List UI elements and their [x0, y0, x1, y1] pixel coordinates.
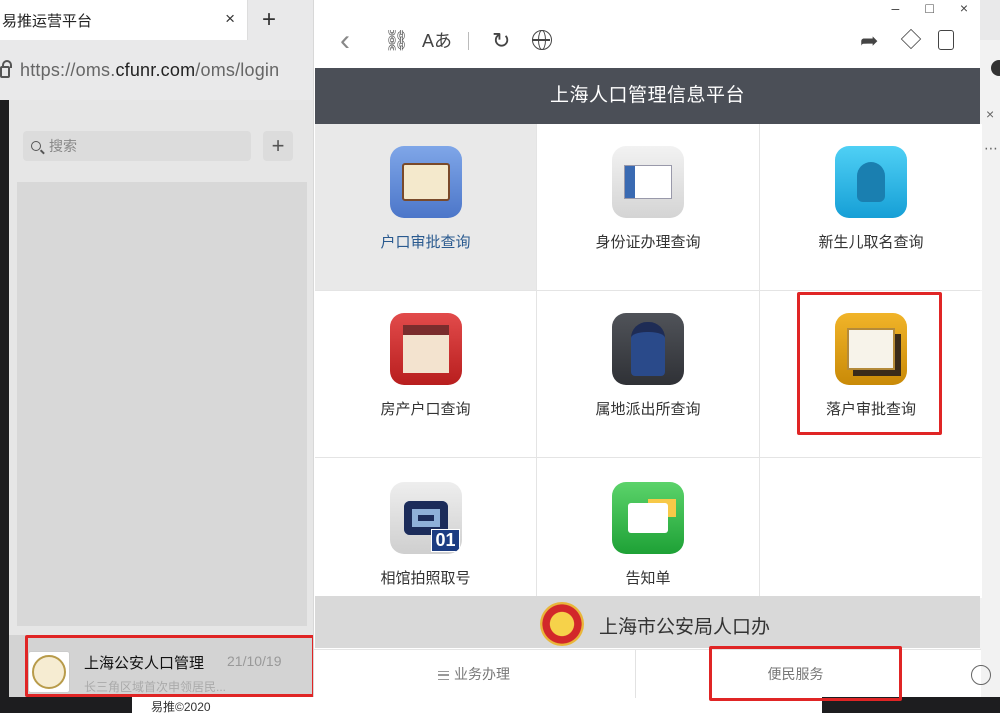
window-controls: – □ × — [892, 0, 968, 16]
baby-person-icon — [835, 146, 907, 218]
link-icon[interactable]: ⛓ — [384, 26, 409, 56]
service-photo-number[interactable]: 01 相馆拍照取号 — [315, 458, 536, 598]
search-icon — [31, 141, 41, 151]
add-button[interactable]: + — [263, 131, 293, 161]
font-size-icon[interactable]: Aあ — [422, 26, 452, 56]
service-newborn-name[interactable]: 新生儿取名查询 — [760, 124, 982, 290]
service-notice[interactable]: 告知单 — [537, 458, 759, 598]
avatar-icon — [991, 60, 1000, 76]
service-label: 房产户口查询 — [380, 401, 471, 418]
camera-number-icon: 01 — [389, 482, 462, 554]
service-label: 户口审批查询 — [380, 234, 471, 251]
close-tab-icon[interactable]: × — [225, 9, 235, 29]
highlight-box-service — [797, 292, 942, 435]
cube-icon[interactable] — [900, 28, 922, 50]
right-window-edge: × ⋯ — [980, 40, 1000, 697]
empty-cell — [760, 458, 982, 598]
id-card-magnifier-icon — [612, 146, 684, 218]
minimize-icon[interactable]: – — [892, 0, 900, 16]
notice-pencil-icon — [612, 482, 684, 554]
service-property-household[interactable]: 房产户口查询 — [315, 291, 536, 457]
address-bar[interactable]: https://oms.cfunr.com/oms/login — [0, 48, 310, 92]
number-badge: 01 — [431, 529, 460, 552]
service-label: 告知单 — [625, 570, 671, 587]
service-label: 属地派出所查询 — [595, 401, 701, 418]
window-edge — [0, 100, 9, 713]
chat-list-area — [17, 182, 307, 626]
share-icon[interactable]: ➦ — [860, 26, 878, 56]
police-officer-icon — [612, 313, 684, 385]
org-footer: 上海市公安局人口办 — [315, 596, 980, 648]
search-placeholder: 搜索 — [49, 138, 77, 154]
house-magnifier-icon — [389, 313, 462, 385]
browser-tab-title: 易推运营平台 — [2, 12, 93, 30]
miniprogram-toolbar: ‹ ⛓ Aあ ↻ ➦ — [314, 26, 981, 56]
org-name: 上海市公安局人口办 — [599, 617, 771, 638]
highlight-box-chat — [25, 635, 315, 697]
close-window-icon[interactable]: × — [960, 0, 968, 16]
search-input[interactable]: 搜索 — [23, 131, 251, 161]
refresh-icon[interactable]: ↻ — [492, 26, 510, 56]
service-household-approval[interactable]: 户口审批查询 — [315, 124, 536, 290]
more-icon[interactable]: ⋯ — [984, 140, 999, 157]
page-title: 上海人口管理信息平台 — [315, 68, 980, 124]
toolbar-divider — [468, 32, 469, 50]
book-magnifier-icon — [389, 146, 462, 218]
service-label: 身份证办理查询 — [595, 234, 701, 251]
service-label: 新生儿取名查询 — [818, 234, 924, 251]
copyright-text: 易推©2020 — [151, 700, 211, 713]
new-tab-button[interactable]: + — [262, 6, 276, 34]
menu-icon — [438, 671, 449, 680]
lock-icon — [0, 60, 12, 78]
globe-icon[interactable] — [532, 30, 552, 50]
browser-tab[interactable]: 易推运营平台 × — [0, 0, 248, 40]
nav-business[interactable]: 业务办理 — [314, 650, 634, 698]
keyboard-icon[interactable] — [971, 665, 991, 685]
close-icon[interactable]: × — [986, 106, 994, 122]
service-label: 相馆拍照取号 — [380, 570, 471, 587]
service-id-card[interactable]: 身份证办理查询 — [537, 124, 759, 290]
chat-list-panel: 搜索 + 上海公安人口管理 21/10/19 长三角区域首次申领居民... — [9, 100, 313, 697]
police-emblem-icon — [540, 602, 584, 646]
url-text: https://oms.cfunr.com/oms/login — [20, 59, 280, 80]
maximize-icon[interactable]: □ — [925, 0, 933, 16]
assistant-icon[interactable] — [938, 30, 954, 50]
back-icon[interactable]: ‹ — [340, 26, 350, 56]
highlight-box-nav — [709, 646, 902, 701]
service-police-station[interactable]: 属地派出所查询 — [537, 291, 759, 457]
